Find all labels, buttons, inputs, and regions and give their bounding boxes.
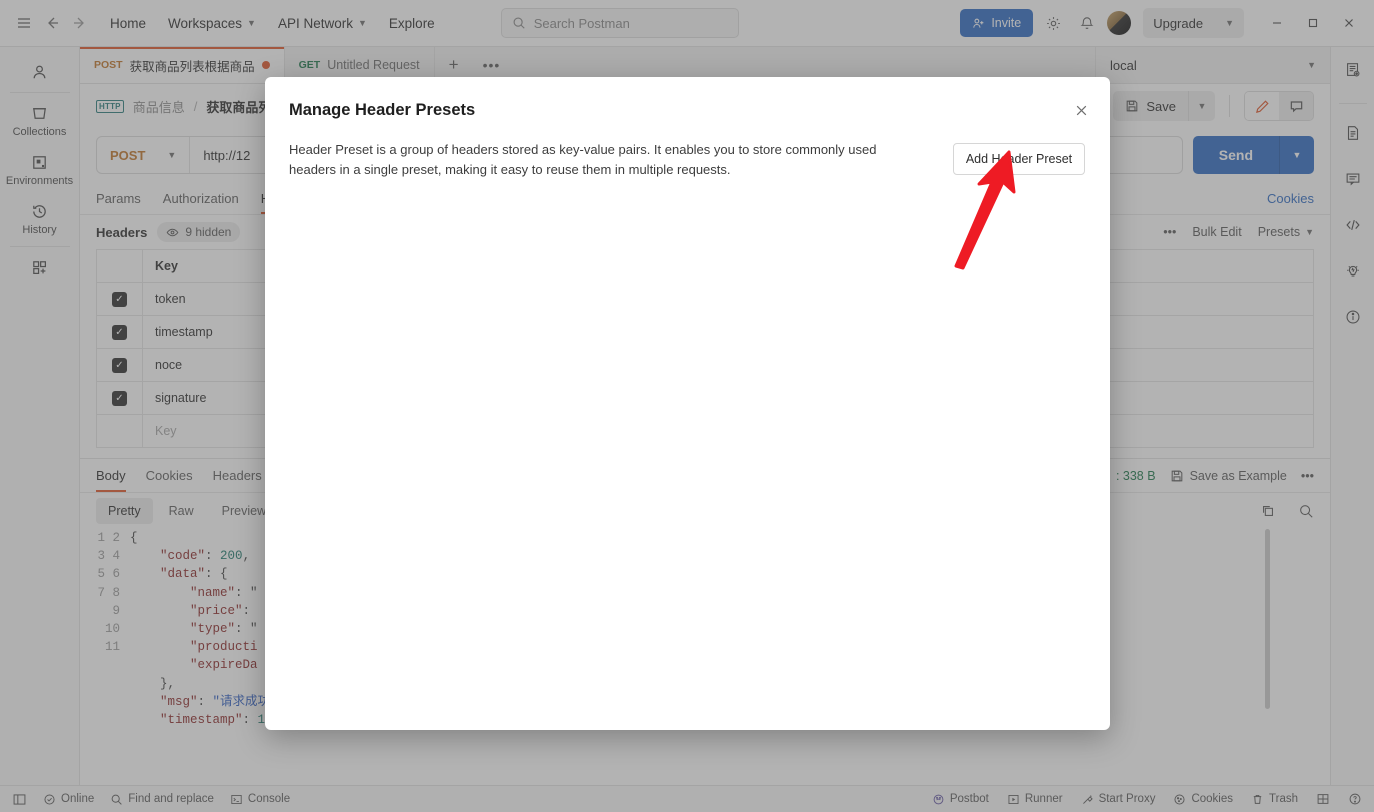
modal-description: Header Preset is a group of headers stor…	[289, 142, 877, 177]
close-icon[interactable]	[1070, 99, 1092, 121]
manage-header-presets-modal: Manage Header Presets Header Preset is a…	[265, 77, 1110, 730]
modal-title: Manage Header Presets	[289, 101, 476, 119]
postman-app-window: Home Workspaces ▼ API Network ▼ Explore …	[0, 0, 1374, 812]
add-header-preset-button[interactable]: Add Header Preset	[953, 143, 1085, 175]
